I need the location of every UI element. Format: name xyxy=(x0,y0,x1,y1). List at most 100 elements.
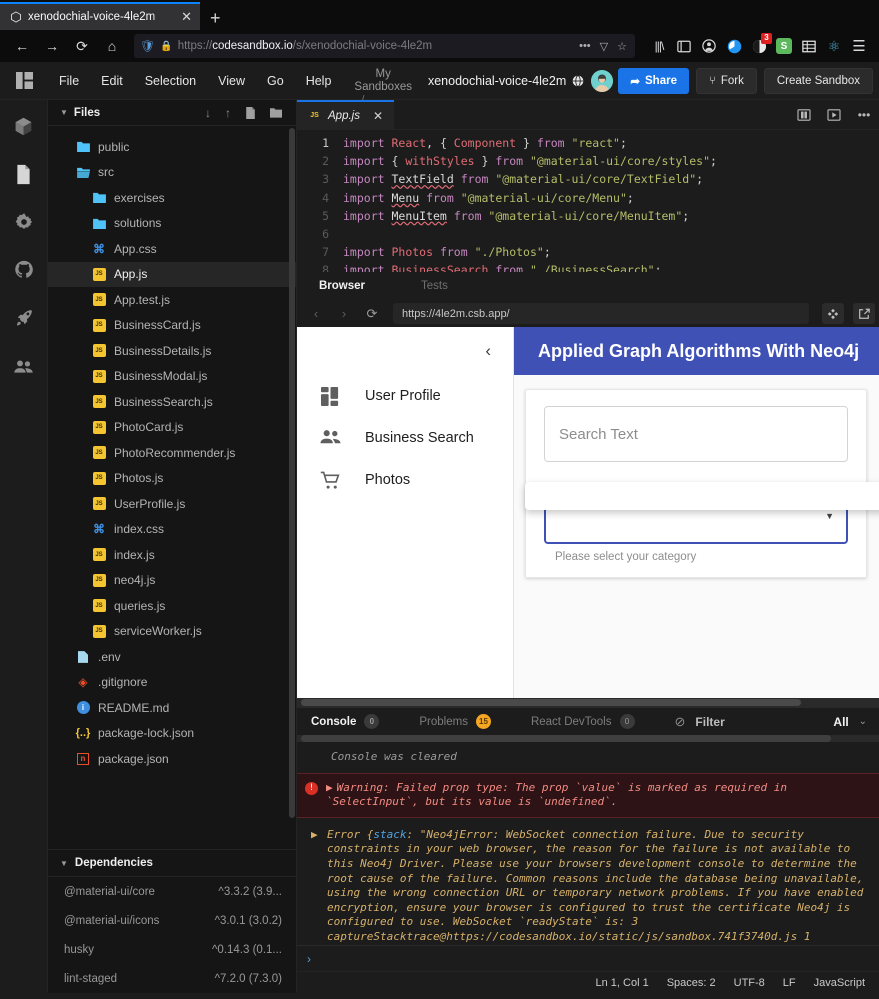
close-icon[interactable]: ✕ xyxy=(373,109,383,123)
select-dropdown-menu[interactable] xyxy=(525,482,879,510)
menu-help[interactable]: Help xyxy=(295,70,343,92)
address-bar[interactable]: 🛡 🔒 https://codesandbox.io/s/xenodochial… xyxy=(134,34,635,58)
editor-tab-appjs[interactable]: JS App.js ✕ xyxy=(297,100,395,129)
console-horizontal-scrollbar[interactable] xyxy=(297,735,879,742)
file-tree-item[interactable]: JS BusinessSearch.js xyxy=(48,389,296,415)
console-error-row[interactable]: ▶ Error {stack: "Neo4jError: WebSocket co… xyxy=(297,818,879,945)
shield-icon[interactable]: 🛡 xyxy=(140,39,155,53)
file-tree-item[interactable]: .env xyxy=(48,644,296,670)
menu-selection[interactable]: Selection xyxy=(134,70,207,92)
file-tree-item[interactable]: ◈ .gitignore xyxy=(48,670,296,696)
dependency-row[interactable]: @material-ui/core ^3.3.2 (3.9... xyxy=(48,877,296,906)
clear-console-icon[interactable]: ⊘ xyxy=(675,714,686,730)
file-tree-item[interactable]: JS neo4j.js xyxy=(48,568,296,594)
download-icon[interactable]: ↓ xyxy=(201,106,215,120)
darkreader-icon[interactable]: 3 xyxy=(747,33,772,58)
drawer-item-business-search[interactable]: Business Search xyxy=(297,417,513,459)
github-icon[interactable] xyxy=(12,258,36,282)
star-icon[interactable]: ☆ xyxy=(615,40,629,53)
upload-icon[interactable]: ↑ xyxy=(221,106,235,120)
browser-tab[interactable]: xenodochial-voice-4le2m ✕ xyxy=(0,2,200,30)
rocket-icon[interactable] xyxy=(12,306,36,330)
menu-go[interactable]: Go xyxy=(256,70,295,92)
back-arrow-icon[interactable]: ← xyxy=(8,33,36,59)
file-icon[interactable] xyxy=(12,162,36,186)
file-tree-item[interactable]: JS App.test.js xyxy=(48,287,296,313)
dependency-row[interactable]: @material-ui/icons ^3.0.1 (3.0.2) xyxy=(48,906,296,935)
expand-icon[interactable]: ▶ xyxy=(311,828,318,843)
file-tree-item[interactable]: i README.md xyxy=(48,695,296,721)
indent-setting[interactable]: Spaces: 2 xyxy=(667,977,716,989)
file-tree-item[interactable]: JS PhotoRecommender.js xyxy=(48,440,296,466)
library-icon[interactable]: |||\ xyxy=(647,34,671,58)
share-button[interactable]: ➦ Share xyxy=(618,67,689,94)
split-pane-icon[interactable] xyxy=(789,100,819,129)
cursor-position[interactable]: Ln 1, Col 1 xyxy=(596,977,649,989)
line-ending[interactable]: LF xyxy=(783,977,796,989)
menu-file[interactable]: File xyxy=(48,70,90,92)
language-mode[interactable]: JavaScript xyxy=(814,977,865,989)
tab-console[interactable]: Console 0 xyxy=(311,714,380,729)
file-tree-item[interactable]: ⌘ index.css xyxy=(48,517,296,543)
file-tree-item[interactable]: JS UserProfile.js xyxy=(48,491,296,517)
tab-react-devtools[interactable]: React DevTools 0 xyxy=(531,714,635,729)
file-tree-item[interactable]: exercises xyxy=(48,185,296,211)
close-icon[interactable]: ✕ xyxy=(179,9,194,25)
preview-horizontal-scrollbar[interactable] xyxy=(297,698,879,707)
sidebar-scrollbar[interactable] xyxy=(289,128,295,818)
dependencies-header[interactable]: ▼ Dependencies xyxy=(48,849,296,877)
dropdown-arrow-icon[interactable]: ▼ xyxy=(825,511,834,521)
tab-problems[interactable]: Problems 15 xyxy=(419,714,491,729)
codesandbox-logo-icon[interactable] xyxy=(0,72,48,89)
file-tree-item[interactable]: src xyxy=(48,160,296,186)
responsive-mode-icon[interactable] xyxy=(822,303,844,324)
preview-icon[interactable] xyxy=(819,100,849,129)
drawer-item-photos[interactable]: Photos xyxy=(297,459,513,501)
cube-icon[interactable] xyxy=(12,114,36,138)
reader-view-icon[interactable]: ▽ xyxy=(598,40,610,53)
file-tree-item[interactable]: JS queries.js xyxy=(48,593,296,619)
file-tree-item[interactable]: JS App.js xyxy=(48,261,296,287)
forward-arrow-icon[interactable]: › xyxy=(333,306,355,321)
globe-icon[interactable] xyxy=(572,74,584,87)
file-tree-item[interactable]: JS Photos.js xyxy=(48,466,296,492)
new-tab-button[interactable]: + xyxy=(200,9,231,30)
file-tree-item[interactable]: JS PhotoCard.js xyxy=(48,415,296,441)
file-tree-item[interactable]: JS BusinessCard.js xyxy=(48,313,296,339)
gear-icon[interactable] xyxy=(12,210,36,234)
expand-icon[interactable]: ▶ xyxy=(326,781,333,794)
pocket-icon[interactable] xyxy=(722,34,746,58)
code-editor[interactable]: 1 import React, { Component } from "react… xyxy=(297,130,879,272)
new-folder-icon[interactable] xyxy=(266,107,286,118)
sidebar-icon[interactable] xyxy=(672,34,696,58)
chevron-down-icon[interactable]: ⌄ xyxy=(859,716,879,727)
home-icon[interactable]: ⌂ xyxy=(98,33,126,59)
dependency-row[interactable]: husky ^0.14.3 (0.1... xyxy=(48,935,296,964)
ellipsis-icon[interactable]: ••• xyxy=(577,40,593,52)
new-file-icon[interactable] xyxy=(241,106,260,119)
dependency-row[interactable]: lint-staged ^7.2.0 (7.3.0) xyxy=(48,964,296,993)
more-options-icon[interactable]: ••• xyxy=(849,100,879,129)
caret-down-icon[interactable]: ▼ xyxy=(60,859,68,868)
tab-tests[interactable]: Tests xyxy=(421,280,466,292)
file-tree-item[interactable]: JS index.js xyxy=(48,542,296,568)
log-level-select[interactable]: All xyxy=(833,715,848,729)
preview-address[interactable]: https://4le2m.csb.app/ xyxy=(393,303,809,324)
file-tree-item[interactable]: public xyxy=(48,134,296,160)
drawer-item-user-profile[interactable]: User Profile xyxy=(297,375,513,417)
file-tree-item[interactable]: JS BusinessDetails.js xyxy=(48,338,296,364)
file-tree-item[interactable]: ⌘ App.css xyxy=(48,236,296,262)
search-text-input[interactable]: Search Text xyxy=(544,406,848,462)
file-tree-item[interactable]: JS BusinessModal.js xyxy=(48,364,296,390)
file-tree-item[interactable]: JS serviceWorker.js xyxy=(48,619,296,645)
user-avatar[interactable] xyxy=(591,69,614,92)
caret-down-icon[interactable]: ▼ xyxy=(60,108,68,117)
open-external-icon[interactable] xyxy=(853,303,875,324)
reload-icon[interactable]: ⟳ xyxy=(361,306,383,322)
menu-view[interactable]: View xyxy=(207,70,256,92)
account-icon[interactable] xyxy=(697,34,721,58)
table-icon[interactable] xyxy=(797,34,821,58)
my-sandboxes-link[interactable]: My Sandboxes / xyxy=(354,68,412,106)
tab-browser[interactable]: Browser xyxy=(319,280,383,292)
console-filter-input[interactable]: Filter xyxy=(695,715,805,729)
